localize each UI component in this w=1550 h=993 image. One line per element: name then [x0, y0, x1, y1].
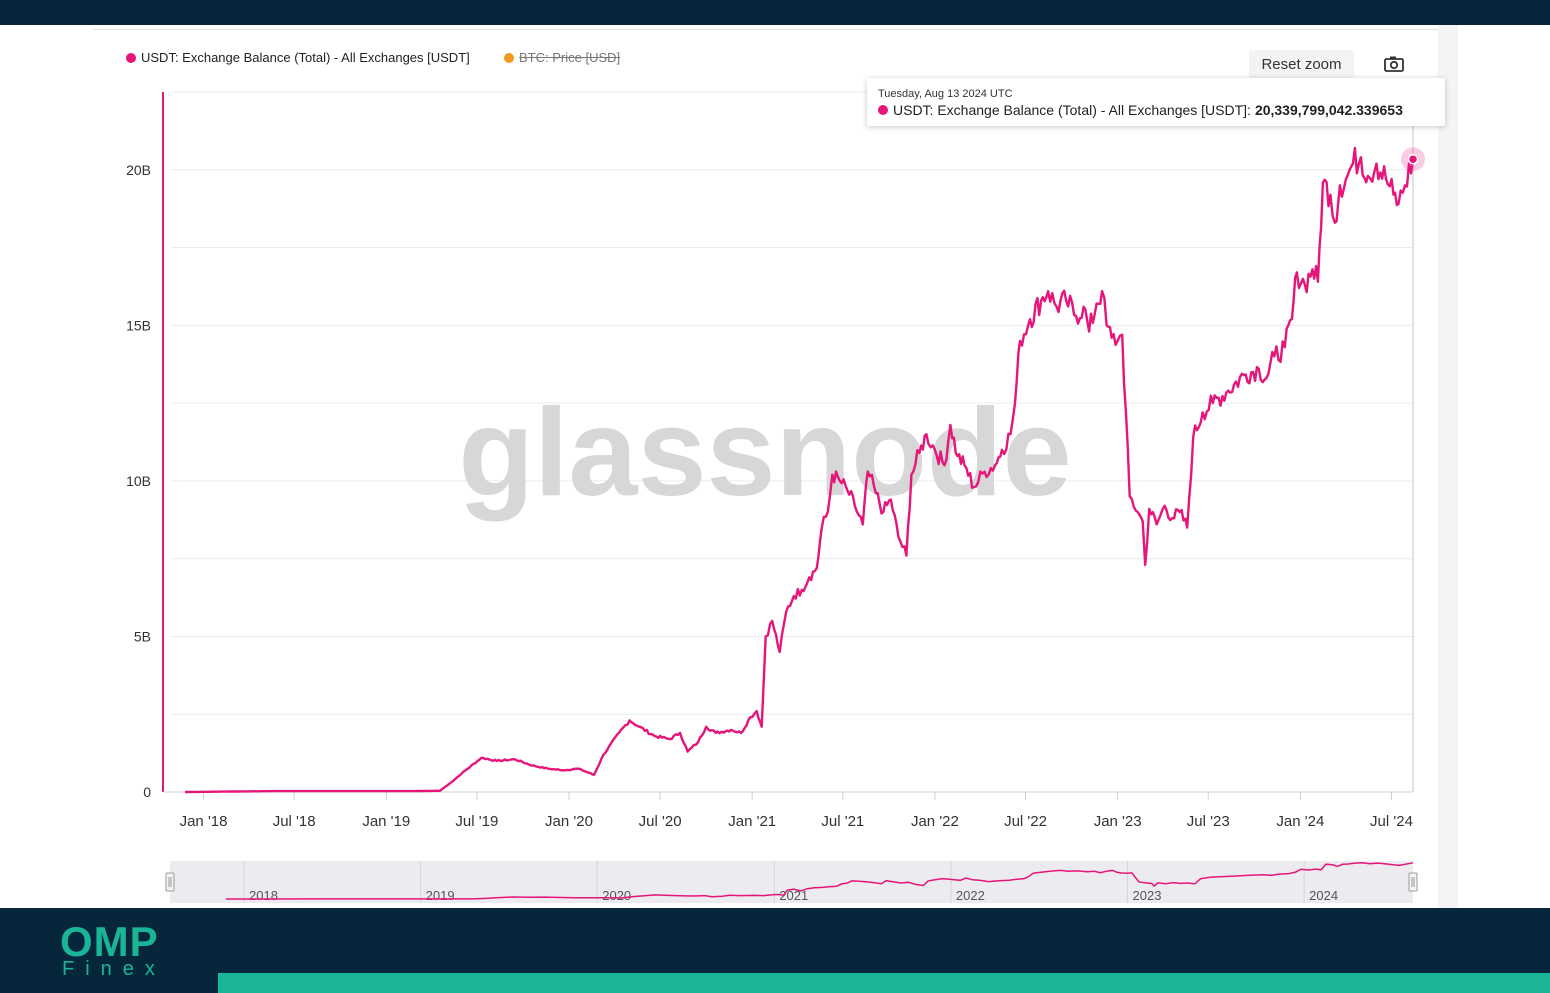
x-tick-label: Jul '22: [1004, 813, 1047, 830]
x-tick-label: Jul '24: [1370, 813, 1413, 830]
navigator[interactable]: 2018 2019 2020 2021 2022 2023 2024: [165, 861, 1418, 903]
navigator-year-label: 2024: [1309, 888, 1338, 903]
logo-finex: Finex: [62, 958, 166, 980]
x-tick-label: Jan '19: [362, 813, 410, 830]
navigator-year-label: 2020: [602, 888, 631, 903]
y-axis: 0 5B 10B 15B 20B: [126, 162, 151, 800]
footer-accent-bar: [218, 973, 1550, 993]
x-tick-label: Jan '23: [1094, 813, 1142, 830]
legend-label-usdt: USDT: Exchange Balance (Total) - All Exc…: [141, 50, 470, 65]
x-tick-label: Jan '20: [545, 813, 593, 830]
legend-label-btc: BTC: Price [USD]: [519, 50, 621, 65]
x-tick-label: Jul '18: [273, 813, 316, 830]
tooltip-date: Tuesday, Aug 13 2024 UTC: [878, 88, 1013, 100]
reset-zoom-button[interactable]: Reset zoom: [1249, 50, 1354, 78]
tooltip-row: USDT: Exchange Balance (Total) - All Exc…: [878, 102, 1403, 118]
x-tick-label: Jul '19: [455, 813, 498, 830]
navigator-handle[interactable]: [1408, 872, 1418, 892]
navigator-year-label: 2023: [1133, 888, 1162, 903]
x-axis: Jan '18 Jul '18 Jan '19 Jul '19 Jan '20 Jul '…: [180, 792, 1413, 830]
x-tick-label: Jan '22: [911, 813, 959, 830]
watermark: glassnode: [458, 384, 1071, 522]
legend-dot-icon: [504, 52, 514, 63]
tooltip-label: USDT: Exchange Balance (Total) - All Exc…: [893, 102, 1251, 118]
navigator-handle[interactable]: [165, 872, 175, 892]
legend-item-usdt[interactable]: USDT: Exchange Balance (Total) - All Exc…: [126, 50, 470, 65]
navigator-year-label: 2018: [249, 888, 278, 903]
y-tick-label: 0: [143, 784, 151, 800]
x-tick-label: Jan '18: [180, 813, 228, 830]
hover-point: [1407, 153, 1419, 165]
y-tick-label: 20B: [126, 162, 151, 178]
camera-icon[interactable]: [1382, 52, 1406, 76]
legend-item-btc[interactable]: BTC: Price [USD]: [504, 50, 620, 65]
y-tick-label: 5B: [134, 628, 151, 644]
tooltip-value: 20,339,799,042.339653: [1254, 102, 1403, 118]
x-tick-label: Jan '21: [728, 813, 776, 830]
tooltip-dot-icon: [878, 105, 888, 115]
legend-dot-icon: [126, 52, 136, 63]
chart-canvas[interactable]: glassnode 05B10B15B20B Jan '18 Jul '18 Jan…: [0, 0, 1550, 993]
x-tick-label: Jul '21: [821, 813, 864, 830]
navigator-year-label: 2019: [426, 888, 455, 903]
x-tick-label: Jan '24: [1276, 813, 1324, 830]
navigator-year-label: 2022: [956, 888, 985, 903]
x-tick-label: Jul '20: [639, 813, 682, 830]
y-tick-label: 15B: [126, 317, 151, 333]
y-tick-label: 10B: [126, 473, 151, 489]
x-tick-label: Jul '23: [1187, 813, 1230, 830]
hover-marker: [1401, 147, 1425, 172]
tooltip: Tuesday, Aug 13 2024 UTC USDT: Exchange …: [867, 78, 1445, 126]
